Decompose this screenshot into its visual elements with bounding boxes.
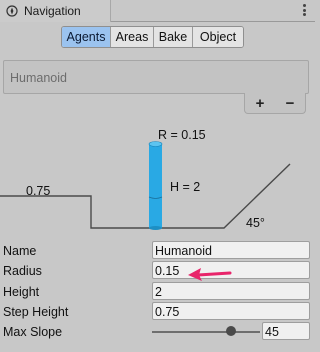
name-field[interactable]: [152, 241, 310, 259]
remove-agent-button[interactable]: −: [281, 96, 299, 111]
name-row: Name: [0, 241, 315, 261]
step-height-field[interactable]: [152, 302, 310, 320]
radius-diagram-label: R = 0.15: [158, 128, 206, 142]
step-height-row: Step Height: [0, 302, 315, 322]
tab-agents[interactable]: Agents: [62, 27, 111, 47]
max-slope-diagram-label: 45°: [246, 216, 265, 230]
name-label: Name: [3, 244, 37, 258]
navigation-compass-icon: [6, 5, 18, 17]
agent-capsule: [148, 141, 163, 230]
height-row: Height: [0, 282, 315, 302]
agent-list-footer: + −: [244, 93, 306, 114]
window-tab-title: Navigation: [24, 4, 81, 18]
window-titlebar: Navigation: [0, 0, 315, 22]
annotation-arrow-icon: [188, 268, 232, 281]
add-agent-button[interactable]: +: [251, 96, 269, 111]
height-field[interactable]: [152, 282, 310, 300]
height-diagram-label: H = 2: [170, 180, 201, 194]
tab-object[interactable]: Object: [193, 27, 243, 47]
height-label: Height: [3, 285, 40, 299]
radius-label: Radius: [3, 264, 42, 278]
window-tab-navigation[interactable]: Navigation: [0, 0, 111, 22]
kebab-menu-icon[interactable]: [301, 3, 307, 17]
agent-list-item[interactable]: Humanoid: [10, 71, 67, 85]
slider-thumb[interactable]: [225, 326, 236, 336]
slider-track[interactable]: [152, 331, 260, 333]
radius-row: Radius: [0, 261, 315, 281]
step-height-label: Step Height: [3, 305, 69, 319]
navigation-panel: Agents Areas Bake Object Humanoid + − R …: [0, 22, 315, 352]
step-height-diagram-label: 0.75: [26, 184, 51, 198]
max-slope-slider[interactable]: [152, 322, 260, 342]
agent-diagram: R = 0.15 H = 2 0.75 45°: [0, 118, 315, 230]
tab-areas[interactable]: Areas: [111, 27, 154, 47]
max-slope-row: Max Slope: [0, 322, 315, 342]
tab-bake[interactable]: Bake: [154, 27, 193, 47]
agent-list[interactable]: Humanoid: [3, 60, 309, 94]
max-slope-label: Max Slope: [3, 325, 63, 339]
max-slope-field[interactable]: [262, 322, 310, 340]
tab-bar: Agents Areas Bake Object: [61, 26, 244, 48]
